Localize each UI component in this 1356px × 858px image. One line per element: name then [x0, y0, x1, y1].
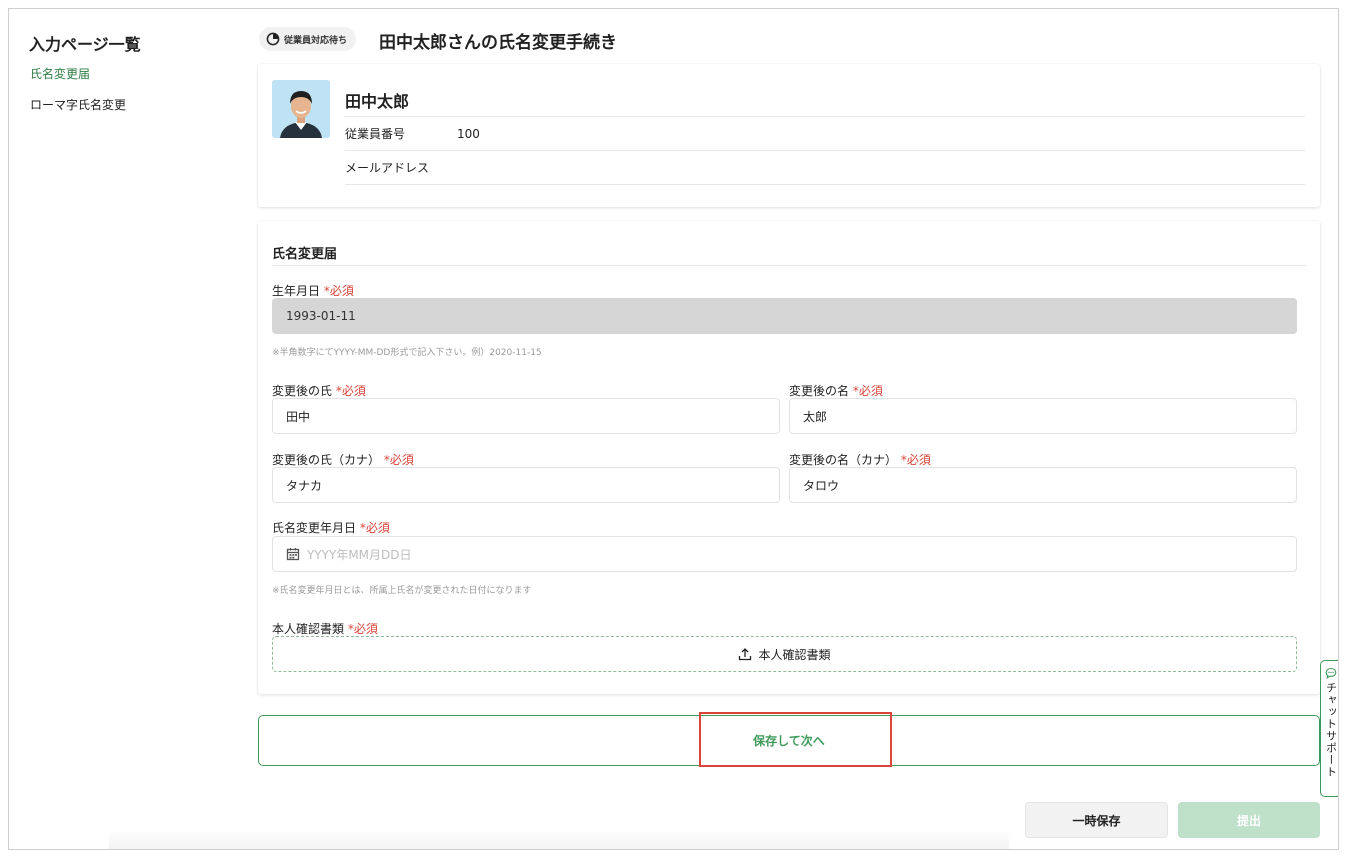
sidebar-title: 入力ページ一覧	[29, 35, 141, 54]
employee-number-value: 100	[457, 126, 480, 141]
last-name-kana-label-text: 変更後の氏（カナ）	[272, 453, 381, 467]
change-date-label-text: 氏名変更年月日	[272, 521, 357, 535]
avatar	[272, 80, 330, 138]
sidebar-item-name-change[interactable]: 氏名変更届	[30, 65, 90, 82]
last-name-label: 変更後の氏 *必須	[272, 382, 366, 399]
chat-support-label: チャットサポート	[1324, 682, 1338, 778]
email-row: メールアドレス	[345, 150, 1305, 184]
profile-divider	[345, 184, 1305, 185]
pie-clock-icon	[266, 32, 280, 46]
sidebar-item-romaji-name-change[interactable]: ローマ字氏名変更	[30, 96, 126, 113]
change-date-input[interactable]: YYYY年MM月DD日	[272, 536, 1297, 572]
birthdate-label: 生年月日 *必須	[272, 282, 354, 299]
first-name-input[interactable]: 太郎	[789, 398, 1297, 434]
temp-save-button[interactable]: 一時保存	[1025, 802, 1168, 838]
required-mark: *必須	[323, 284, 354, 298]
email-label: メールアドレス	[345, 161, 430, 175]
id-document-label-text: 本人確認書類	[272, 622, 345, 636]
employee-number-label: 従業員番号	[345, 127, 406, 141]
page-title: 田中太郎さんの氏名変更手続き	[379, 33, 617, 53]
submit-button[interactable]: 提出	[1178, 802, 1320, 838]
birthdate-label-text: 生年月日	[272, 284, 321, 298]
employee-profile-card: 田中太郎 従業員番号 100 メールアドレス	[258, 64, 1320, 207]
employee-number-row: 従業員番号 100	[345, 116, 1305, 150]
status-badge: 従業員対応待ち	[259, 27, 357, 51]
required-mark: *必須	[900, 453, 931, 467]
change-date-placeholder: YYYY年MM月DD日	[307, 547, 412, 562]
name-change-form-card: 氏名変更届 生年月日 *必須 1993-01-11 ※半角数字にてYYYY-MM…	[258, 221, 1320, 694]
upload-icon	[739, 648, 752, 661]
id-document-upload-label: 本人確認書類	[758, 647, 831, 662]
last-name-kana-label: 変更後の氏（カナ） *必須	[272, 451, 414, 468]
birthdate-field: 1993-01-11	[272, 298, 1297, 334]
status-badge-label: 従業員対応待ち	[284, 35, 348, 46]
section-title: 氏名変更届	[272, 247, 338, 262]
last-name-kana-input[interactable]: タナカ	[272, 467, 780, 503]
chat-bubble-icon	[1325, 667, 1336, 679]
required-mark: *必須	[347, 622, 378, 636]
save-next-button[interactable]: 保存して次へ	[258, 715, 1320, 766]
id-document-upload-button[interactable]: 本人確認書類	[272, 636, 1297, 672]
last-name-label-text: 変更後の氏	[272, 384, 333, 398]
required-mark: *必須	[852, 384, 883, 398]
required-mark: *必須	[335, 384, 366, 398]
birthdate-hint: ※半角数字にてYYYY-MM-DD形式で記入下さい。例）2020-11-15	[272, 348, 542, 358]
change-date-hint: ※氏名変更年月日とは、所属上氏名が変更された日付になります	[272, 586, 532, 596]
required-mark: *必須	[359, 521, 390, 535]
first-name-label-text: 変更後の名	[789, 384, 850, 398]
sidebar: 入力ページ一覧 氏名変更届 ローマ字氏名変更	[9, 9, 249, 849]
id-document-label: 本人確認書類 *必須	[272, 620, 378, 637]
section-divider	[272, 265, 1306, 266]
first-name-kana-label: 変更後の名（カナ） *必須	[789, 451, 931, 468]
employee-name: 田中太郎	[345, 92, 410, 111]
first-name-label: 変更後の名 *必須	[789, 382, 883, 399]
calendar-icon	[286, 548, 300, 561]
required-mark: *必須	[383, 453, 414, 467]
first-name-kana-label-text: 変更後の名（カナ）	[789, 453, 898, 467]
last-name-input[interactable]: 田中	[272, 398, 780, 434]
chat-support-tab[interactable]: チャットサポート	[1320, 660, 1338, 797]
app-window: 入力ページ一覧 氏名変更届 ローマ字氏名変更 従業員対応待ち 田中太郎さんの氏名…	[8, 8, 1339, 850]
change-date-label: 氏名変更年月日 *必須	[272, 519, 390, 536]
first-name-kana-input[interactable]: タロウ	[789, 467, 1297, 503]
